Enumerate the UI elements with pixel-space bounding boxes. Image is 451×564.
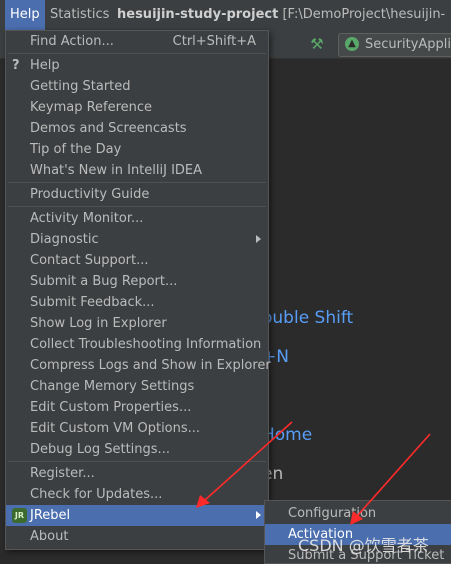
watermark: CSDN @饮雪者茶 bbox=[298, 536, 429, 555]
annotation-arrow-to-activation bbox=[350, 433, 431, 525]
annotation-arrows bbox=[196, 421, 431, 525]
annotation-arrow-to-jrebel bbox=[196, 421, 293, 508]
